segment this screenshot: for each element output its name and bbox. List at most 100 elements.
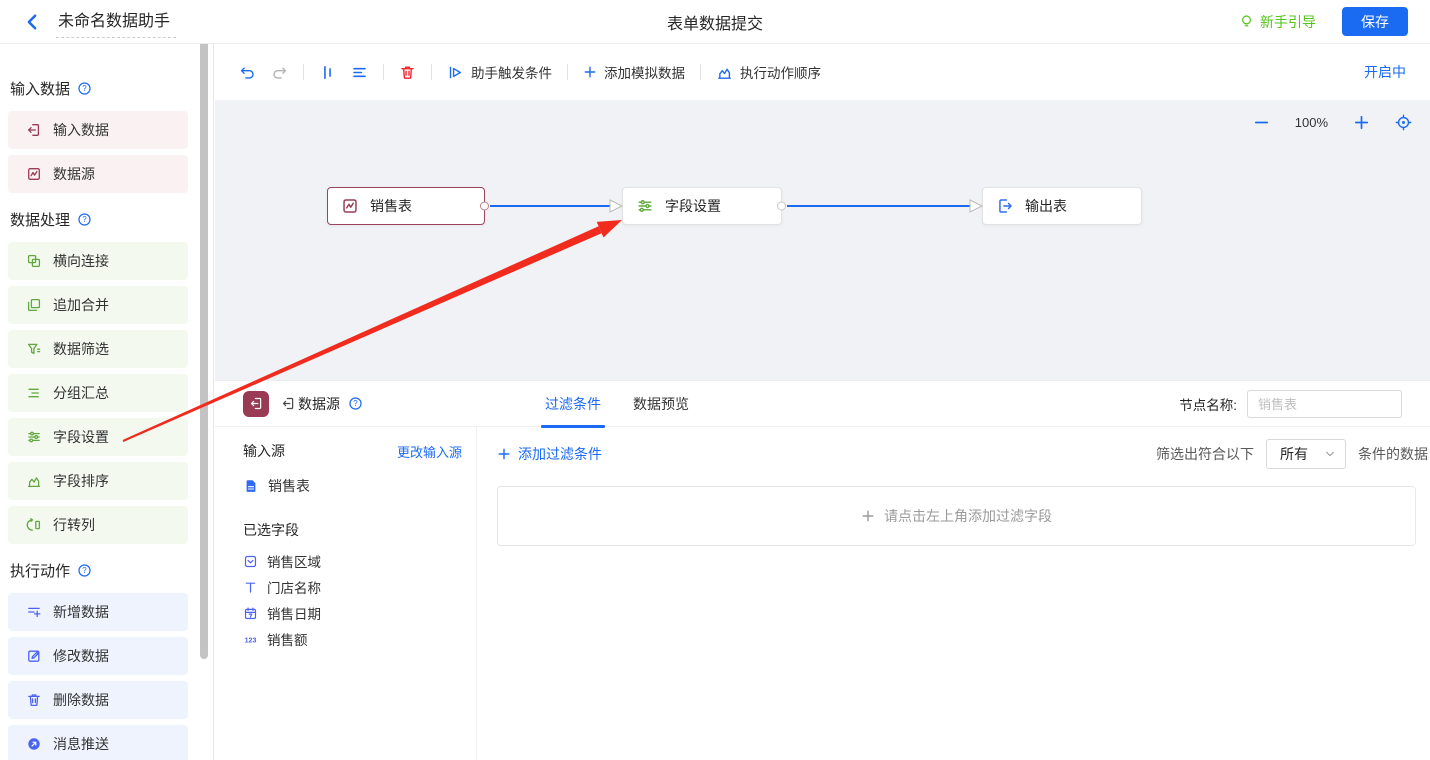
sidebar-item[interactable]: 新增数据 [8,593,188,631]
action-order-button[interactable]: 执行动作顺序 [716,62,821,82]
content: 助手触发条件 添加模拟数据 执行动作顺序 开启中 销售表 字段设置 输出表 100% [215,44,1430,760]
beginner-guide-button[interactable]: 新手引导 [1239,12,1316,32]
section-header: 数据处理? [10,209,213,230]
h-join-icon [26,253,42,269]
sidebar-item-label: 消息推送 [53,734,109,754]
import-icon [249,396,264,411]
zoom-out-icon[interactable] [1253,114,1270,131]
action-order-label: 执行动作顺序 [740,62,821,82]
data-source-icon [341,197,359,215]
delete-node-icon[interactable] [399,64,416,81]
add-data-icon [26,604,42,620]
sidebar-item[interactable]: 数据筛选 [8,330,188,368]
add-mock-data-label: 添加模拟数据 [604,62,685,82]
change-source-link[interactable]: 更改输入源 [397,442,462,461]
redo-icon[interactable] [271,64,288,81]
question-icon[interactable]: ? [348,396,363,411]
field-sort-icon [26,473,42,489]
sidebar-item-label: 横向连接 [53,251,109,271]
plus-icon [583,65,597,79]
section-title: 数据处理 [10,209,70,230]
field-label: 门店名称 [267,577,321,597]
section-header: 执行动作? [10,560,213,581]
node-name-label: 节点名称: [1179,394,1237,414]
flow-node[interactable]: 销售表 [327,187,485,225]
undo-icon[interactable] [239,64,256,81]
zoom-controls: 100% [1253,114,1412,131]
question-icon[interactable]: ? [77,563,92,578]
node-name-input[interactable] [1247,390,1402,418]
sidebar: 输入数据?输入数据数据源数据处理?横向连接追加合并数据筛选分组汇总字段设置字段排… [0,44,214,760]
field-row: 销售日期 [243,600,462,626]
plus-icon [497,447,511,461]
sidebar-item[interactable]: 字段排序 [8,462,188,500]
panel-body: 输入源 更改输入源 销售表 已选字段 销售区域门店名称销售日期123销售额 添加… [215,427,1430,760]
sidebar-item[interactable]: 字段设置 [8,418,188,456]
date-field-icon [243,606,258,621]
field-row: 123销售额 [243,626,462,652]
sidebar-item-label: 追加合并 [53,295,109,315]
flow-node-label: 销售表 [370,196,412,216]
locate-icon[interactable] [1395,114,1412,131]
flow-node[interactable]: 输出表 [982,187,1142,225]
sidebar-item-label: 数据筛选 [53,339,109,359]
field-row: 门店名称 [243,574,462,600]
filter-empty-state: 请点击左上角添加过滤字段 [497,486,1416,546]
data-source-icon [26,166,42,182]
trigger-condition-label: 助手触发条件 [471,62,552,82]
source-table-item[interactable]: 销售表 [243,476,462,496]
node-out-connector[interactable] [777,202,786,211]
flow-node-label: 输出表 [1025,196,1067,216]
sidebar-item[interactable]: 数据源 [8,155,188,193]
back-icon[interactable] [22,12,42,32]
match-mode-select[interactable]: 所有 [1266,439,1346,469]
sidebar-item[interactable]: 删除数据 [8,681,188,719]
toolbar-divider [431,64,432,80]
flow-canvas[interactable]: 销售表 字段设置 输出表 100% [215,100,1430,380]
match-mode-value: 所有 [1280,444,1308,464]
node-out-connector[interactable] [480,202,489,211]
canvas-toolbar: 助手触发条件 添加模拟数据 执行动作顺序 开启中 [215,44,1430,100]
tab-active[interactable]: 过滤条件 [545,381,601,427]
toolbar-divider [567,64,568,80]
field-label: 销售日期 [267,603,321,623]
match-suffix: 条件的数据 [1358,444,1428,464]
toolbar-divider [383,64,384,80]
sidebar-item[interactable]: 修改数据 [8,637,188,675]
text-field-icon [243,580,258,595]
source-table-name: 销售表 [268,476,310,496]
sidebar-item[interactable]: 横向连接 [8,242,188,280]
play-icon [447,64,464,81]
input-source-label: 输入源 [243,441,285,461]
import-icon [281,396,296,411]
sidebar-scrollbar[interactable] [200,31,208,659]
data-filter-icon [26,341,42,357]
question-icon[interactable]: ? [77,212,92,227]
sidebar-item[interactable]: 追加合并 [8,286,188,324]
delete-data-icon [26,692,42,708]
question-icon[interactable]: ? [77,81,92,96]
add-filter-label: 添加过滤条件 [518,444,602,464]
edit-data-icon [26,648,42,664]
status-enabled-link[interactable]: 开启中 [1364,62,1406,82]
add-mock-data-button[interactable]: 添加模拟数据 [583,62,685,82]
add-filter-button[interactable]: 添加过滤条件 [497,444,602,464]
sidebar-item[interactable]: 行转列 [8,506,188,544]
data-source-badge [243,391,269,417]
sidebar-item[interactable]: 输入数据 [8,111,188,149]
field-settings-icon [26,429,42,445]
selected-fields-label: 已选字段 [243,520,462,540]
number-field-icon: 123 [243,632,258,647]
assistant-title[interactable]: 未命名数据助手 [56,5,176,38]
align-horizontal-icon[interactable] [351,64,368,81]
export-table-icon [996,197,1014,215]
zoom-in-icon[interactable] [1353,114,1370,131]
align-vertical-icon[interactable] [319,64,336,81]
sidebar-item[interactable]: 分组汇总 [8,374,188,412]
sidebar-item[interactable]: 消息推送 [8,725,188,760]
save-button[interactable]: 保存 [1342,7,1408,36]
flow-node[interactable]: 字段设置 [622,187,782,225]
tab-inactive[interactable]: 数据预览 [633,381,689,427]
selected-fields-list: 销售区域门店名称销售日期123销售额 [243,548,462,652]
trigger-condition-button[interactable]: 助手触发条件 [447,62,552,82]
